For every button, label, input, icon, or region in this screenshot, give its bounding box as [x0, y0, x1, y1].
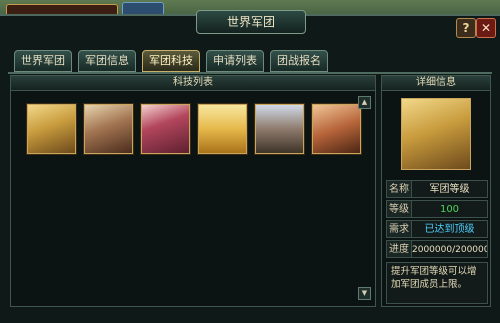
detail-key: 进度	[386, 240, 412, 258]
detail-panel: 详细信息 名称 军团等级 等级 100 需求 已达到顶级 进度 2000000/…	[381, 75, 491, 307]
tech-icon-6[interactable]	[312, 104, 361, 154]
tech-icon-2[interactable]	[84, 104, 133, 154]
tech-description: 提升军团等级可以增加军团成员上限。	[386, 262, 488, 304]
tab-applications[interactable]: 申请列表	[206, 50, 264, 72]
detail-row-progress: 进度 2000000/2000000	[386, 240, 488, 258]
legion-window: 世界军团 ? ✕ 世界军团 军团信息 军团科技 申请列表 团战报名 科技列表 ▲…	[0, 10, 500, 323]
help-button[interactable]: ?	[456, 18, 476, 38]
tech-icon-1[interactable]	[27, 104, 76, 154]
tab-divider	[8, 72, 492, 74]
detail-title: 详细信息	[382, 76, 490, 91]
detail-row-name: 名称 军团等级	[386, 180, 488, 198]
detail-key: 需求	[386, 220, 412, 238]
tab-legion-info[interactable]: 军团信息	[78, 50, 136, 72]
tech-icon-3[interactable]	[141, 104, 190, 154]
tab-battle-signup[interactable]: 团战报名	[270, 50, 328, 72]
detail-key: 等级	[386, 200, 412, 218]
tech-list-panel: 科技列表 ▲ ▼	[10, 75, 376, 307]
scroll-down-arrow-icon[interactable]: ▼	[358, 287, 371, 300]
tech-list-title: 科技列表	[11, 76, 375, 91]
close-button[interactable]: ✕	[476, 18, 496, 38]
tab-world-legion[interactable]: 世界军团	[14, 50, 72, 72]
tab-legion-tech[interactable]: 军团科技	[142, 50, 200, 72]
detail-value: 100	[412, 200, 488, 218]
detail-row-requirement: 需求 已达到顶级	[386, 220, 488, 238]
detail-value: 军团等级	[412, 180, 488, 198]
window-title: 世界军团	[196, 10, 306, 34]
scroll-up-arrow-icon[interactable]: ▲	[358, 96, 371, 109]
detail-value: 已达到顶级	[412, 220, 488, 238]
tech-icon-4[interactable]	[198, 104, 247, 154]
detail-value: 2000000/2000000	[412, 240, 488, 258]
tech-icon-5[interactable]	[255, 104, 304, 154]
tab-bar: 世界军团 军团信息 军团科技 申请列表 团战报名	[14, 50, 328, 72]
detail-key: 名称	[386, 180, 412, 198]
selected-tech-image	[401, 98, 471, 170]
tech-grid	[27, 104, 361, 154]
detail-row-level: 等级 100	[386, 200, 488, 218]
